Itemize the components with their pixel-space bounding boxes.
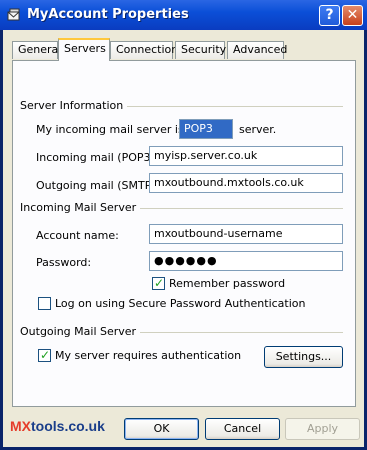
properties-dialog: MyAccount Properties ? ✕ General Servers… [0, 0, 367, 450]
dialog-client-area: General Servers Connection Security Adva… [3, 30, 364, 447]
tab-security[interactable]: Security [175, 41, 226, 59]
group-divider [129, 208, 343, 209]
secure-password-auth-label[interactable]: Log on using Secure Password Authenticat… [55, 297, 306, 310]
incoming-mail-server-input[interactable]: myisp.server.co.uk [149, 146, 343, 166]
mxtools-logo: MXtools.co.uk [10, 418, 105, 434]
server-requires-auth-label[interactable]: My server requires authentication [55, 349, 241, 362]
tab-general[interactable]: General [12, 41, 61, 59]
password-label: Password: [36, 256, 92, 269]
incoming-mail-server-group-label: Incoming Mail Server [20, 201, 141, 214]
outgoing-mail-server-input[interactable]: mxoutbound.mxtools.co.uk [149, 173, 343, 193]
checkmark-icon: ✓ [40, 348, 51, 362]
server-information-group-label: Server Information [20, 99, 128, 112]
tab-advanced[interactable]: Advanced [227, 41, 287, 59]
checkmark-icon: ✓ [154, 276, 165, 290]
window-title: MyAccount Properties [27, 7, 189, 22]
incoming-type-prefix-label: My incoming mail server is a [36, 123, 194, 136]
server-requires-auth-checkbox[interactable]: ✓ [38, 348, 51, 362]
help-button[interactable]: ? [319, 5, 340, 26]
apply-button[interactable]: Apply [285, 418, 360, 440]
outgoing-mail-server-group-label: Outgoing Mail Server [20, 325, 141, 338]
password-input[interactable]: ●●●●●● [149, 251, 343, 271]
title-bar[interactable]: MyAccount Properties ? ✕ [0, 0, 367, 30]
account-name-label: Account name: [36, 229, 119, 242]
group-divider [129, 332, 343, 333]
incoming-server-type-field[interactable]: POP3 [179, 119, 233, 139]
mail-account-icon [7, 8, 20, 21]
tab-servers[interactable]: Servers [58, 38, 110, 61]
group-divider [117, 106, 343, 107]
servers-tab-panel: Server Information My incoming mail serv… [12, 60, 356, 407]
account-name-input[interactable]: mxoutbound-username [149, 224, 343, 244]
secure-password-auth-checkbox[interactable] [38, 297, 51, 310]
settings-button[interactable]: Settings... [264, 346, 343, 368]
cancel-button[interactable]: Cancel [205, 418, 280, 440]
ok-button[interactable]: OK [124, 418, 199, 440]
close-button[interactable]: ✕ [342, 5, 363, 26]
remember-password-checkbox[interactable]: ✓ [152, 276, 165, 290]
incoming-mail-label: Incoming mail (POP3): [36, 151, 159, 164]
outgoing-mail-label: Outgoing mail (SMTP): [36, 179, 160, 192]
tab-connection[interactable]: Connection [110, 41, 178, 59]
remember-password-label[interactable]: Remember password [169, 277, 285, 290]
incoming-type-suffix-label: server. [239, 123, 277, 136]
